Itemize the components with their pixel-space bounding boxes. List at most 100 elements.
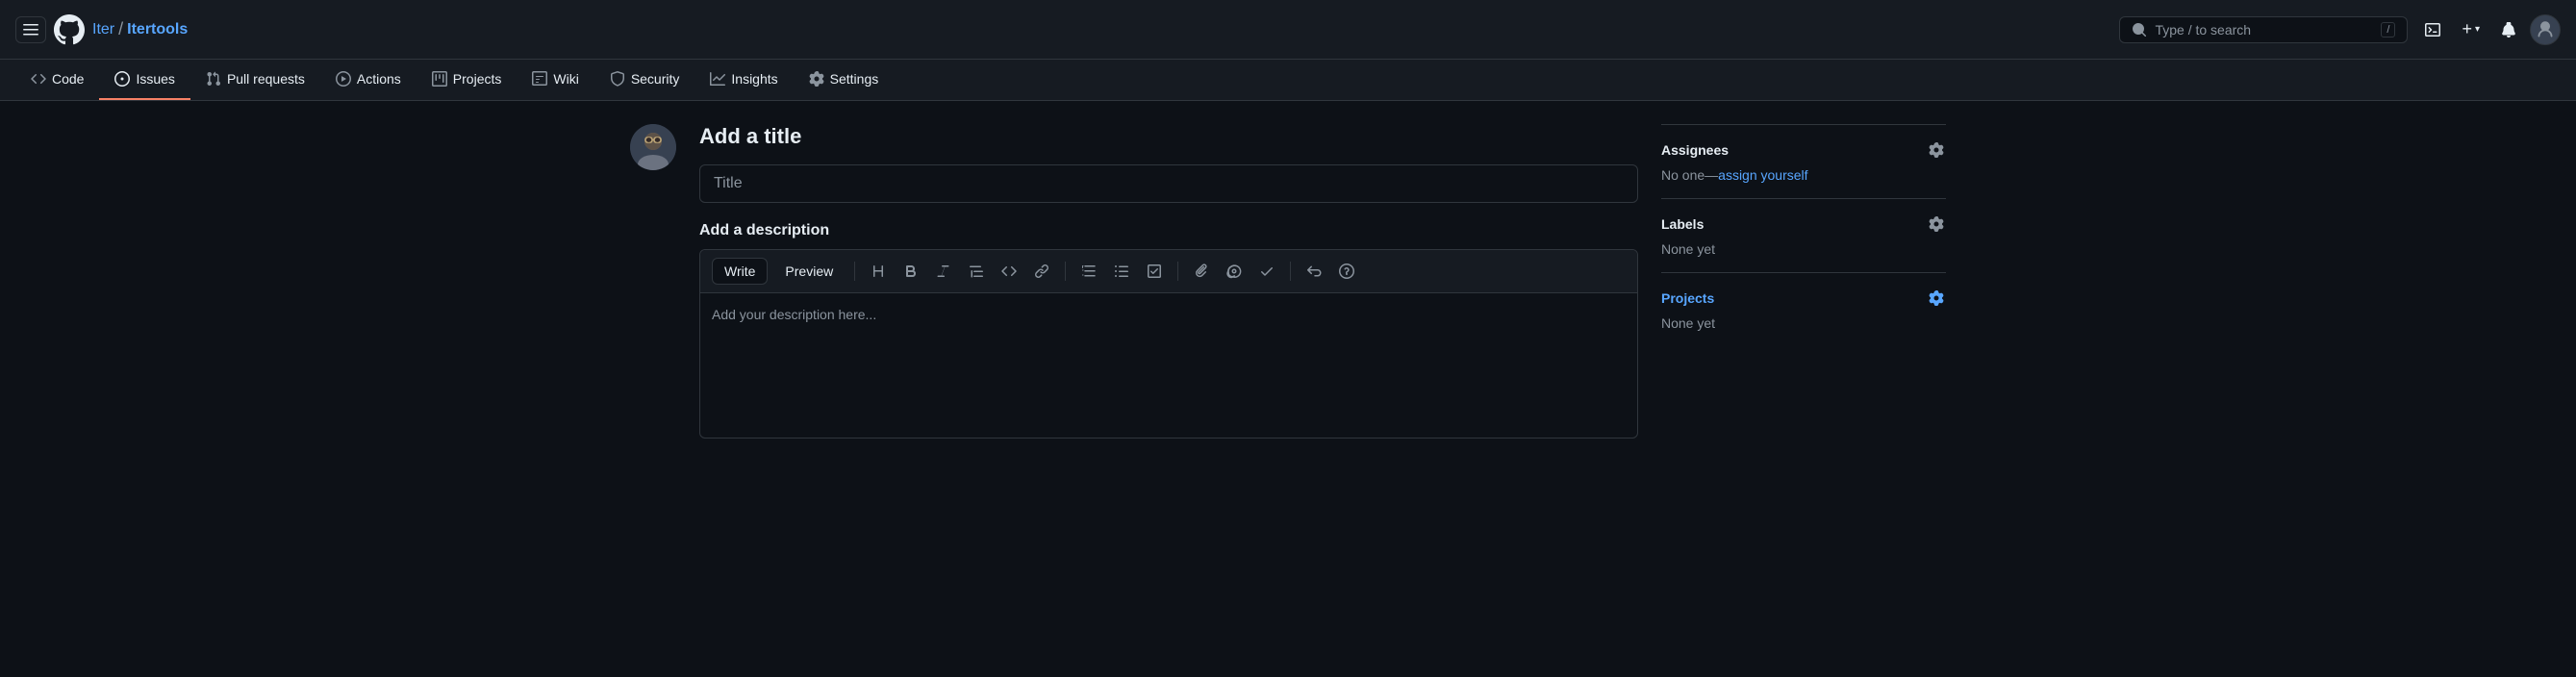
user-avatar-col [630, 124, 676, 439]
insights-icon [710, 71, 725, 87]
user-avatar[interactable] [2530, 14, 2561, 45]
bell-icon [2501, 22, 2516, 38]
actions-icon [336, 71, 351, 87]
labels-gear-icon [1929, 216, 1944, 232]
top-nav-left: Iter / Itertools [15, 14, 2108, 45]
user-avatar-image [630, 124, 676, 170]
toolbar-divider-4 [1290, 262, 1291, 281]
tab-code-label: Code [52, 71, 84, 87]
tab-issues[interactable]: Issues [99, 60, 189, 100]
italic-button[interactable] [930, 260, 957, 283]
terminal-button[interactable] [2419, 16, 2446, 43]
write-tab-button[interactable]: Write [712, 258, 768, 285]
repo-name[interactable]: Itertools [127, 21, 188, 38]
tab-pr-label: Pull requests [227, 71, 305, 87]
labels-section: Labels None yet [1661, 198, 1946, 272]
tab-actions[interactable]: Actions [320, 60, 417, 100]
undo-icon [1306, 263, 1322, 279]
security-icon [610, 71, 625, 87]
user-avatar-display [630, 124, 676, 170]
mention-icon [1226, 263, 1242, 279]
slash-command-button[interactable] [1333, 260, 1360, 283]
assignees-header: Assignees [1661, 140, 1946, 160]
add-description-heading: Add a description [699, 222, 1638, 239]
heading-button[interactable] [865, 260, 892, 283]
toolbar-divider-2 [1065, 262, 1066, 281]
toolbar-divider-3 [1177, 262, 1178, 281]
bold-icon [903, 263, 919, 279]
labels-gear-button[interactable] [1927, 214, 1946, 234]
issue-sidebar: Assignees No one—assign yourself Labels [1661, 124, 1946, 439]
assignees-gear-button[interactable] [1927, 140, 1946, 160]
wiki-icon [532, 71, 547, 87]
code-icon [31, 71, 46, 87]
pr-icon [206, 71, 221, 87]
search-slash-badge: / [2381, 22, 2395, 38]
description-editor: Write Preview [699, 249, 1638, 439]
assignees-none-text: No one— [1661, 167, 1718, 183]
user-avatar-icon [2536, 20, 2555, 39]
title-input[interactable] [699, 164, 1638, 203]
task-list-icon [1147, 263, 1162, 279]
tab-insights[interactable]: Insights [695, 60, 793, 100]
search-bar[interactable]: Type / to search / [2119, 16, 2408, 43]
undo-button[interactable] [1301, 260, 1327, 283]
gear-icon [1929, 142, 1944, 158]
heading-icon [871, 263, 886, 279]
top-navigation: Iter / Itertools Type / to search / + ▾ [0, 0, 2576, 60]
projects-gear-icon [1929, 290, 1944, 306]
search-placeholder-text: Type / to search [2155, 22, 2251, 38]
main-content: Add a title Add a description Write Prev… [615, 101, 1961, 462]
code-button[interactable] [996, 260, 1023, 283]
tab-pull-requests[interactable]: Pull requests [190, 60, 320, 100]
tab-security-label: Security [631, 71, 680, 87]
projects-section: Projects None yet [1661, 272, 1946, 346]
unordered-list-icon [1114, 263, 1129, 279]
toolbar-divider-1 [854, 262, 855, 281]
bold-button[interactable] [897, 260, 924, 283]
labels-value: None yet [1661, 241, 1946, 257]
mention-button[interactable] [1221, 260, 1248, 283]
attach-button[interactable] [1188, 260, 1215, 283]
chevron-down-icon: ▾ [2475, 24, 2480, 35]
tab-settings[interactable]: Settings [794, 60, 895, 100]
labels-header: Labels [1661, 214, 1946, 234]
assignees-value: No one—assign yourself [1661, 167, 1946, 183]
projects-icon [432, 71, 447, 87]
repo-breadcrumb: Iter / Itertools [92, 19, 188, 39]
tab-security[interactable]: Security [594, 60, 695, 100]
tab-projects[interactable]: Projects [417, 60, 518, 100]
github-logo-icon [54, 14, 85, 45]
ordered-list-button[interactable] [1075, 260, 1102, 283]
link-button[interactable] [1028, 260, 1055, 283]
tab-settings-label: Settings [830, 71, 879, 87]
description-textarea[interactable]: Add your description here... [700, 293, 1637, 438]
projects-header: Projects [1661, 288, 1946, 308]
preview-tab-button[interactable]: Preview [773, 259, 845, 284]
unordered-list-button[interactable] [1108, 260, 1135, 283]
repo-owner[interactable]: Iter [92, 21, 114, 38]
hamburger-button[interactable] [15, 16, 46, 43]
editor-toolbar: Write Preview [700, 250, 1637, 293]
terminal-icon [2425, 22, 2440, 38]
tab-code[interactable]: Code [15, 60, 99, 100]
issues-icon [114, 71, 130, 87]
projects-value: None yet [1661, 315, 1946, 331]
tab-wiki[interactable]: Wiki [517, 60, 593, 100]
quote-button[interactable] [963, 260, 990, 283]
search-icon [2132, 22, 2147, 38]
labels-title: Labels [1661, 216, 1704, 232]
tab-wiki-label: Wiki [553, 71, 578, 87]
projects-gear-button[interactable] [1927, 288, 1946, 308]
assign-yourself-link[interactable]: assign yourself [1718, 167, 1807, 183]
create-new-button[interactable]: + ▾ [2454, 13, 2488, 45]
reference-button[interactable] [1253, 260, 1280, 283]
task-list-button[interactable] [1141, 260, 1168, 283]
plus-icon: + [2462, 19, 2472, 39]
assignees-title: Assignees [1661, 142, 1729, 158]
notifications-button[interactable] [2495, 16, 2522, 43]
projects-title: Projects [1661, 290, 1714, 306]
attach-icon [1194, 263, 1209, 279]
ordered-list-icon [1081, 263, 1097, 279]
tab-insights-label: Insights [731, 71, 777, 87]
